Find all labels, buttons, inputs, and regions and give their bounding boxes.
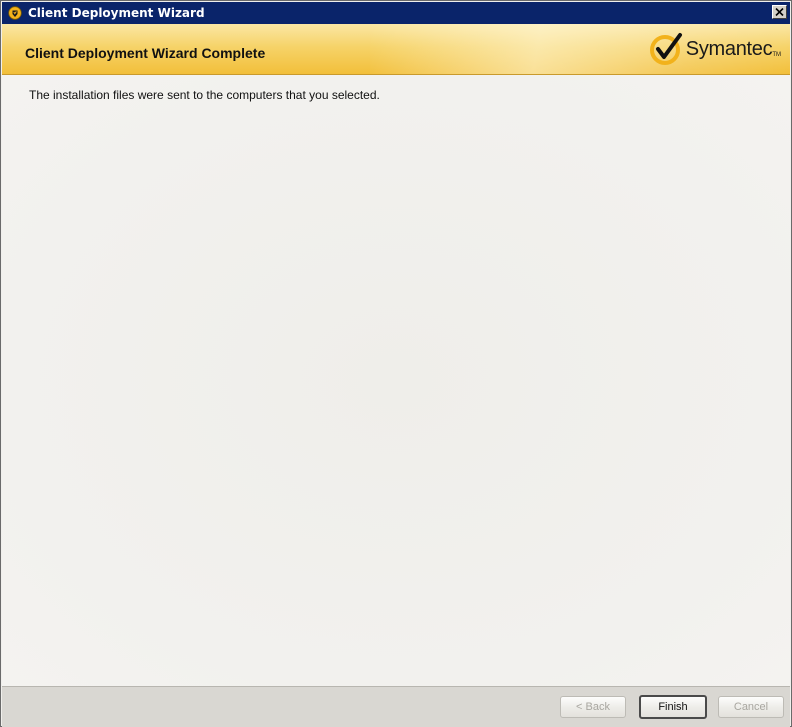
logo-wordmark: Symantec [685,37,773,60]
title-bar[interactable]: Client Deployment Wizard [2,2,790,24]
wizard-footer: < Back Finish Cancel [2,686,790,727]
wizard-window: Client Deployment Wizard Client Deployme… [0,0,792,727]
finish-button[interactable]: Finish [639,695,707,719]
cancel-button[interactable]: Cancel [718,696,784,718]
completion-message: The installation files were sent to the … [29,88,380,102]
back-button[interactable]: < Back [560,696,626,718]
window-title: Client Deployment Wizard [28,6,205,20]
close-icon [775,8,784,16]
symantec-checkmark-icon [649,33,682,65]
trademark-mark: TM [772,52,781,58]
close-button[interactable] [772,5,787,19]
wizard-content: The installation files were sent to the … [2,75,790,686]
page-title: Client Deployment Wizard Complete [25,45,266,61]
symantec-shield-icon [7,5,23,21]
symantec-logo: Symantec TM [649,32,781,66]
wizard-header-banner: Client Deployment Wizard Complete Symant… [2,24,790,75]
